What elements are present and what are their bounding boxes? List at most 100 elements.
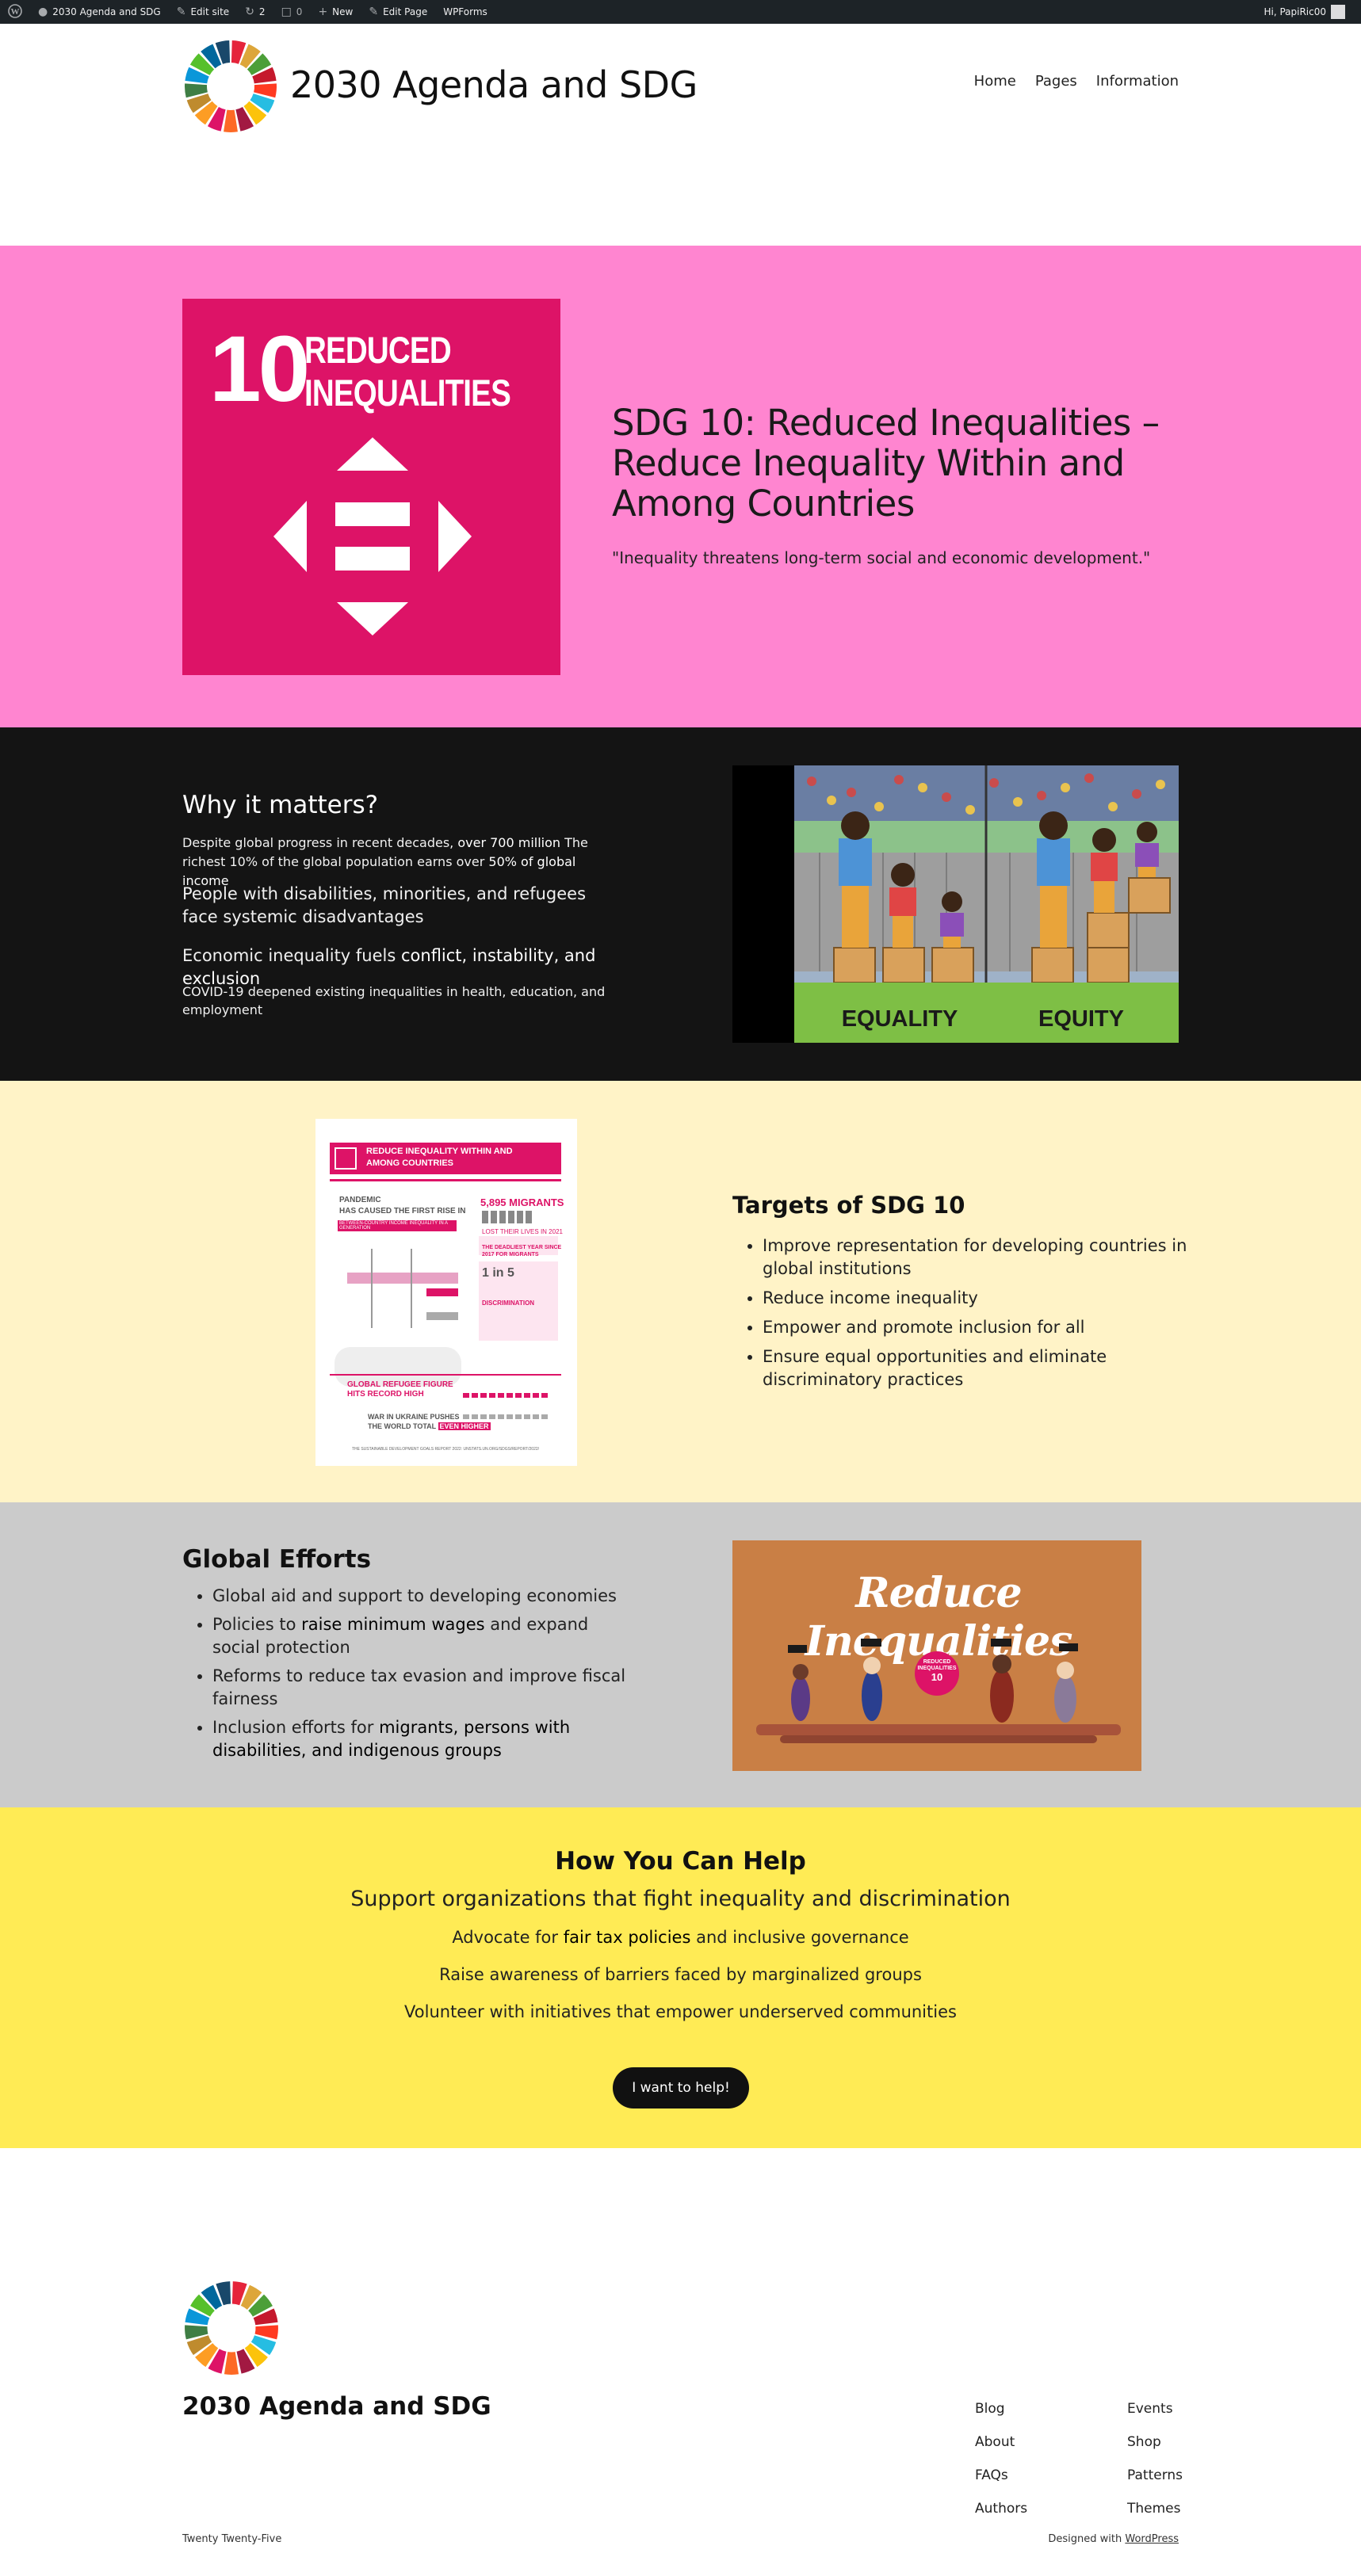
how-you-can-help-section: How You Can Help Support organizations t… — [0, 1807, 1361, 2148]
nav-item-home[interactable]: Home — [974, 73, 1016, 90]
brush-icon: ✎ — [176, 6, 186, 18]
edit-site-label: Edit site — [190, 6, 230, 17]
effort-item: Global aid and support to developing eco… — [212, 1585, 640, 1608]
sdg-tile-line1: REDUCED — [304, 329, 452, 371]
new-content-link[interactable]: + New — [310, 0, 361, 24]
admin-bar: W ● 2030 Agenda and SDG ✎ Edit site ↻ 2 … — [0, 0, 1361, 24]
my-account-link[interactable]: Hi, PapiRic00 — [1264, 5, 1361, 19]
avatar — [1331, 5, 1345, 19]
infographic-banner: REDUCE INEQUALITY WITHIN AND AMONG COUNT… — [330, 1143, 561, 1174]
infographic-pandemic-2: HAS CAUSED THE FIRST RISE IN — [339, 1207, 466, 1215]
account-greeting: Hi, PapiRic00 — [1264, 6, 1326, 17]
new-label: New — [332, 6, 354, 17]
footer-sdg-wheel-logo[interactable] — [182, 2279, 281, 2377]
footer-link-patterns[interactable]: Patterns — [1127, 2467, 1191, 2485]
global-efforts-section: Global Efforts Global aid and support to… — [0, 1502, 1361, 1807]
pencil-icon: ✎ — [369, 6, 379, 18]
comments-count: 0 — [296, 6, 303, 17]
equality-equity-image: EQUALITY EQUITY — [732, 765, 1179, 1043]
help-subheading: Support organizations that fight inequal… — [350, 1887, 1011, 1911]
infographic-migrants-sub: LOST THEIR LIVES IN 2021 — [482, 1228, 563, 1235]
hero-section: 10 REDUCED INEQUALITIES SDG 10: Reduced … — [0, 246, 1361, 727]
hero-quote: "Inequality threatens long-term social a… — [612, 548, 1151, 567]
wordpress-link[interactable]: WordPress — [1125, 2533, 1179, 2545]
plus-icon: + — [318, 6, 328, 18]
help-heading: How You Can Help — [555, 1847, 806, 1876]
effort-item: Policies to raise minimum wages and expa… — [212, 1613, 640, 1659]
sdg10-infographic-image: REDUCE INEQUALITY WITHIN AND AMONG COUNT… — [315, 1119, 577, 1466]
footer-link-events[interactable]: Events — [1127, 2400, 1191, 2418]
effort-text: Policies to — [212, 1615, 302, 1634]
wordpress-icon: W — [8, 3, 22, 21]
effort-item: Reforms to reduce tax evasion and improv… — [212, 1665, 640, 1711]
effort-item: Inclusion efforts for migrants, persons … — [212, 1716, 640, 1762]
help-line-1-bold: fair tax policies — [563, 1928, 691, 1947]
effort-bold: raise minimum wages — [301, 1615, 485, 1634]
why-p1-text-a: Despite global progress in recent decade… — [182, 835, 458, 850]
help-line-2: Raise awareness of barriers faced by mar… — [439, 1965, 922, 1984]
updates-link[interactable]: ↻ 2 — [237, 0, 273, 24]
wpforms-link[interactable]: WPForms — [435, 0, 495, 24]
nav-item-pages[interactable]: Pages — [1035, 73, 1077, 90]
i-want-to-help-button[interactable]: I want to help! — [613, 2067, 749, 2109]
wheel-segment — [224, 2352, 239, 2375]
reduce-inequalities-illustration: Reduce Inequalities REDUCED INEQUALITIES… — [732, 1540, 1141, 1771]
infographic-deadliest: THE DEADLIEST YEAR SINCE — [482, 1245, 562, 1250]
site-footer: 2030 Agenda and SDG Blog Events About Sh… — [0, 2148, 1361, 2576]
infographic-war-2: THE WORLD TOTAL — [368, 1422, 436, 1430]
illustration-badge-num: 10 — [931, 1671, 943, 1683]
edit-page-link[interactable]: ✎ Edit Page — [361, 0, 435, 24]
footer-link-faqs[interactable]: FAQs — [975, 2467, 1127, 2485]
footer-credit: Designed with WordPress — [1048, 2533, 1179, 2545]
infographic-pandemic: PANDEMIC — [339, 1196, 381, 1204]
equality-arrows-icon — [273, 437, 472, 635]
target-item: Reduce income inequality — [763, 1287, 1191, 1310]
target-item: Empower and promote inclusion for all — [763, 1316, 1191, 1339]
footer-link-blog[interactable]: Blog — [975, 2400, 1127, 2418]
sdg-wheel-logo[interactable] — [182, 38, 279, 135]
wordpress-logo-button[interactable]: W — [0, 0, 30, 24]
targets-heading: Targets of SDG 10 — [732, 1192, 965, 1219]
footer-credit-text: Designed with — [1048, 2533, 1126, 2545]
efforts-list: Global aid and support to developing eco… — [212, 1585, 640, 1768]
site-header: 2030 Agenda and SDG Home Pages Informati… — [0, 24, 1361, 246]
help-line-1: Advocate for fair tax policies and inclu… — [0, 1928, 1361, 1947]
infographic-discrimination: DISCRIMINATION — [482, 1299, 535, 1307]
sdg10-tile-image: 10 REDUCED INEQUALITIES — [182, 299, 560, 675]
targets-section: REDUCE INEQUALITY WITHIN AND AMONG COUNT… — [0, 1081, 1361, 1502]
wheel-segment — [224, 109, 238, 132]
edit-site-link[interactable]: ✎ Edit site — [169, 0, 237, 24]
equality-label: EQUALITY — [841, 1006, 958, 1032]
svg-text:W: W — [11, 7, 20, 17]
updates-count: 2 — [258, 6, 266, 17]
help-line-1-text-a: Advocate for — [452, 1928, 564, 1947]
admin-site-name-label: 2030 Agenda and SDG — [52, 6, 161, 17]
comments-link[interactable]: □ 0 — [273, 0, 311, 24]
footer-link-themes[interactable]: Themes — [1127, 2500, 1191, 2518]
illustration-badge: REDUCED INEQUALITIES 10 — [915, 1659, 959, 1683]
footer-navigation: Blog Events About Shop FAQs Patterns Aut… — [975, 2400, 1191, 2518]
infographic-migrants: 5,895 MIGRANTS — [480, 1196, 564, 1208]
why-p1-bold-a: over 700 million — [457, 835, 561, 850]
refresh-icon: ↻ — [245, 6, 254, 18]
footer-site-title[interactable]: 2030 Agenda and SDG — [182, 2392, 491, 2421]
footer-link-shop[interactable]: Shop — [1127, 2433, 1191, 2452]
admin-site-name-link[interactable]: ● 2030 Agenda and SDG — [30, 0, 169, 24]
main-navigation: Home Pages Information — [974, 73, 1179, 90]
site-title[interactable]: 2030 Agenda and SDG — [290, 63, 698, 106]
target-item: Ensure equal opportunities and eliminate… — [763, 1345, 1191, 1391]
infographic-refugee-2: HITS RECORD HIGH — [347, 1390, 424, 1399]
why-heading: Why it matters? — [182, 791, 379, 819]
footer-link-authors[interactable]: Authors — [975, 2500, 1127, 2518]
effort-text: Inclusion efforts for — [212, 1718, 380, 1737]
footer-link-about[interactable]: About — [975, 2433, 1127, 2452]
infographic-refugee-1: GLOBAL REFUGEE FIGURE — [347, 1380, 453, 1389]
nav-item-information[interactable]: Information — [1096, 73, 1179, 90]
infographic-deadliest-2: 2017 FOR MIGRANTS — [482, 1252, 539, 1257]
infographic-footer: THE SUSTAINABLE DEVELOPMENT GOALS REPORT… — [351, 1447, 540, 1452]
edit-page-label: Edit Page — [383, 6, 428, 17]
why-paragraph-2: People with disabilities, minorities, an… — [182, 884, 587, 926]
sdg-tile-number: 10 — [209, 317, 310, 422]
infographic-goal-icon — [335, 1147, 357, 1170]
why-p3-text: Economic inequality fuels — [182, 946, 401, 965]
